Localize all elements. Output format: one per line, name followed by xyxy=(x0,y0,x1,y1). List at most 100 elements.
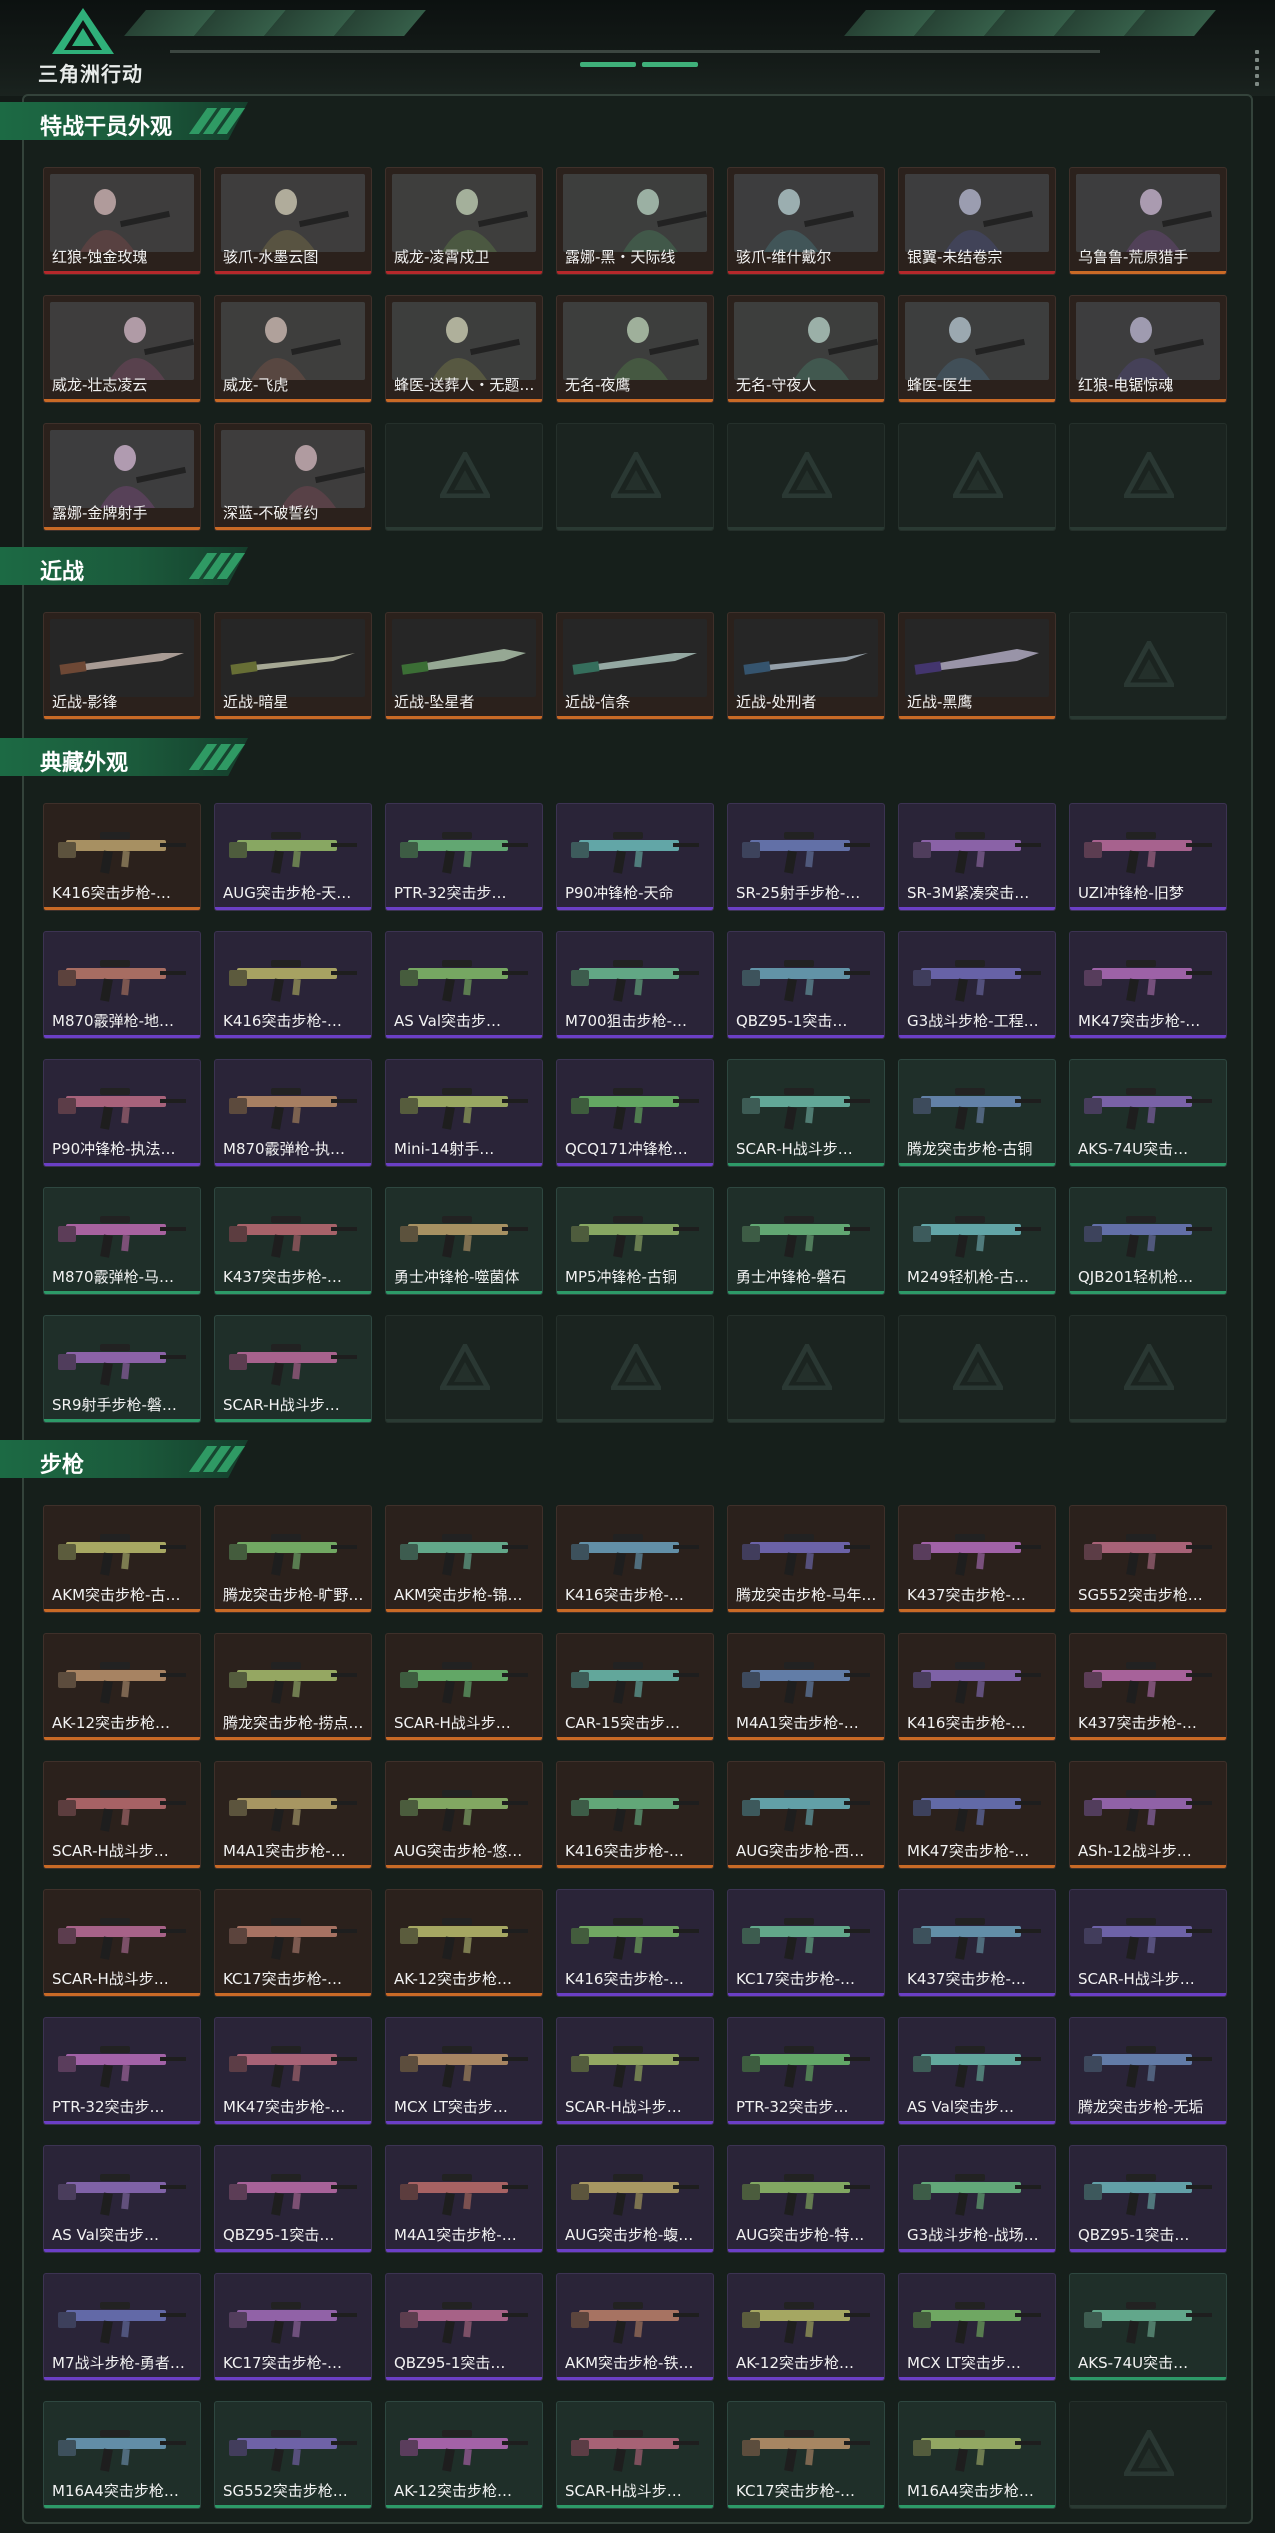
skin-card[interactable]: G3战斗步枪-战场… xyxy=(898,2145,1056,2253)
skin-card[interactable]: M249轻机枪-古… xyxy=(898,1187,1056,1295)
skin-card[interactable]: 威龙-壮志凌云 xyxy=(43,295,201,403)
skin-card[interactable]: 威龙-凌霄戍卫 xyxy=(385,167,543,275)
skin-card[interactable]: P90冲锋枪-执法… xyxy=(43,1059,201,1167)
skin-card[interactable]: 无名-夜鹰 xyxy=(556,295,714,403)
skin-card[interactable]: 威龙-飞虎 xyxy=(214,295,372,403)
skin-card[interactable]: SCAR-H战斗步… xyxy=(556,2017,714,2125)
skin-card[interactable]: K437突击步枪-… xyxy=(898,1505,1056,1613)
skin-card[interactable]: 腾龙突击步枪-马年… xyxy=(727,1505,885,1613)
skin-card[interactable]: 近战-坠星者 xyxy=(385,612,543,720)
skin-card[interactable]: AKS-74U突击… xyxy=(1069,2273,1227,2381)
skin-card[interactable]: M870霰弹枪-地… xyxy=(43,931,201,1039)
skin-card[interactable]: G3战斗步枪-工程… xyxy=(898,931,1056,1039)
skin-card[interactable]: K437突击步枪-… xyxy=(898,1889,1056,1997)
menu-dots-icon[interactable] xyxy=(1255,50,1259,90)
skin-card[interactable]: 近战-暗星 xyxy=(214,612,372,720)
skin-card[interactable]: AS Val突击步… xyxy=(385,931,543,1039)
skin-card[interactable]: K416突击步枪-… xyxy=(214,931,372,1039)
skin-card[interactable]: AS Val突击步… xyxy=(898,2017,1056,2125)
skin-card[interactable]: SCAR-H战斗步… xyxy=(1069,1889,1227,1997)
skin-card[interactable]: SCAR-H战斗步… xyxy=(214,1315,372,1423)
skin-card[interactable]: SG552突击步枪… xyxy=(1069,1505,1227,1613)
skin-card[interactable]: SR9射手步枪-磐… xyxy=(43,1315,201,1423)
skin-card[interactable]: AS Val突击步… xyxy=(43,2145,201,2253)
skin-card[interactable]: MCX LT突击步… xyxy=(898,2273,1056,2381)
skin-card[interactable]: 近战-影锋 xyxy=(43,612,201,720)
skin-card[interactable]: PTR-32突击步… xyxy=(385,803,543,911)
skin-card[interactable]: M700狙击步枪-… xyxy=(556,931,714,1039)
skin-card[interactable]: ASh-12战斗步… xyxy=(1069,1761,1227,1869)
skin-card[interactable]: K437突击步枪-… xyxy=(214,1187,372,1295)
skin-card[interactable]: AKM突击步枪-铁… xyxy=(556,2273,714,2381)
skin-card[interactable]: 蜂医-医生 xyxy=(898,295,1056,403)
skin-card[interactable]: P90冲锋枪-天命 xyxy=(556,803,714,911)
skin-card[interactable]: AKM突击步枪-古… xyxy=(43,1505,201,1613)
skin-card[interactable]: 蜂医-送葬人・无题… xyxy=(385,295,543,403)
skin-card[interactable]: K416突击步枪-… xyxy=(898,1633,1056,1741)
skin-card[interactable]: 露娜-黑・天际线 xyxy=(556,167,714,275)
skin-card[interactable]: AUG突击步枪-悠… xyxy=(385,1761,543,1869)
skin-card[interactable]: SCAR-H战斗步… xyxy=(43,1889,201,1997)
skin-card[interactable]: 近战-处刑者 xyxy=(727,612,885,720)
skin-card[interactable]: PTR-32突击步… xyxy=(43,2017,201,2125)
skin-card[interactable]: 红狼-蚀金玫瑰 xyxy=(43,167,201,275)
skin-card[interactable]: K416突击步枪-… xyxy=(556,1761,714,1869)
skin-card[interactable]: QBZ95-1突击… xyxy=(385,2273,543,2381)
skin-card[interactable]: M16A4突击步枪… xyxy=(898,2401,1056,2509)
skin-card[interactable]: K437突击步枪-… xyxy=(1069,1633,1227,1741)
skin-card[interactable]: QBZ95-1突击… xyxy=(727,931,885,1039)
skin-card[interactable]: CAR-15突击步… xyxy=(556,1633,714,1741)
skin-card[interactable]: M4A1突击步枪-… xyxy=(727,1633,885,1741)
skin-card[interactable]: KC17突击步枪-… xyxy=(727,1889,885,1997)
skin-card[interactable]: AK-12突击步枪… xyxy=(385,2401,543,2509)
skin-card[interactable]: AK-12突击步枪… xyxy=(727,2273,885,2381)
skin-card[interactable]: MK47突击步枪-… xyxy=(898,1761,1056,1869)
skin-card[interactable]: K416突击步枪-… xyxy=(556,1505,714,1613)
skin-card[interactable]: AUG突击步枪-天… xyxy=(214,803,372,911)
skin-card[interactable]: 近战-信条 xyxy=(556,612,714,720)
skin-card[interactable]: MP5冲锋枪-古铜 xyxy=(556,1187,714,1295)
skin-card[interactable]: QJB201轻机枪… xyxy=(1069,1187,1227,1295)
skin-card[interactable]: 近战-黑鹰 xyxy=(898,612,1056,720)
skin-card[interactable]: AKM突击步枪-锦… xyxy=(385,1505,543,1613)
skin-card[interactable]: AUG突击步枪-西… xyxy=(727,1761,885,1869)
skin-card[interactable]: M7战斗步枪-勇者… xyxy=(43,2273,201,2381)
skin-card[interactable]: 腾龙突击步枪-无垢 xyxy=(1069,2017,1227,2125)
skin-card[interactable]: SR-3M紧凑突击… xyxy=(898,803,1056,911)
skin-card[interactable]: M870霰弹枪-马… xyxy=(43,1187,201,1295)
skin-card[interactable]: 腾龙突击步枪-古铜 xyxy=(898,1059,1056,1167)
skin-card[interactable]: 骇爪-水墨云图 xyxy=(214,167,372,275)
skin-card[interactable]: KC17突击步枪-… xyxy=(214,1889,372,1997)
skin-card[interactable]: M4A1突击步枪-… xyxy=(214,1761,372,1869)
skin-card[interactable]: 腾龙突击步枪-旷野… xyxy=(214,1505,372,1613)
skin-card[interactable]: SR-25射手步枪-… xyxy=(727,803,885,911)
skin-card[interactable]: 红狼-电锯惊魂 xyxy=(1069,295,1227,403)
skin-card[interactable]: 深蓝-不破誓约 xyxy=(214,423,372,531)
skin-card[interactable]: PTR-32突击步… xyxy=(727,2017,885,2125)
skin-card[interactable]: SCAR-H战斗步… xyxy=(385,1633,543,1741)
skin-card[interactable]: 无名-守夜人 xyxy=(727,295,885,403)
skin-card[interactable]: AK-12突击步枪… xyxy=(385,1889,543,1997)
skin-card[interactable]: 银翼-未结卷宗 xyxy=(898,167,1056,275)
skin-card[interactable]: SCAR-H战斗步… xyxy=(727,1059,885,1167)
skin-card[interactable]: AKS-74U突击… xyxy=(1069,1059,1227,1167)
skin-card[interactable]: KC17突击步枪-… xyxy=(727,2401,885,2509)
skin-card[interactable]: 勇士冲锋枪-磐石 xyxy=(727,1187,885,1295)
skin-card[interactable]: QBZ95-1突击… xyxy=(214,2145,372,2253)
skin-card[interactable]: MCX LT突击步… xyxy=(385,2017,543,2125)
skin-card[interactable]: AK-12突击步枪… xyxy=(43,1633,201,1741)
skin-card[interactable]: AUG突击步枪-蝮… xyxy=(556,2145,714,2253)
skin-card[interactable]: K416突击步枪-… xyxy=(556,1889,714,1997)
skin-card[interactable]: 露娜-金牌射手 xyxy=(43,423,201,531)
skin-card[interactable]: 勇士冲锋枪-噬菌体 xyxy=(385,1187,543,1295)
skin-card[interactable]: 乌鲁鲁-荒原猎手 xyxy=(1069,167,1227,275)
skin-card[interactable]: KC17突击步枪-… xyxy=(214,2273,372,2381)
skin-card[interactable]: SCAR-H战斗步… xyxy=(43,1761,201,1869)
skin-card[interactable]: MK47突击步枪-… xyxy=(214,2017,372,2125)
skin-card[interactable]: 骇爪-维什戴尔 xyxy=(727,167,885,275)
skin-card[interactable]: M870霰弹枪-执… xyxy=(214,1059,372,1167)
skin-card[interactable]: UZI冲锋枪-旧梦 xyxy=(1069,803,1227,911)
skin-card[interactable]: SCAR-H战斗步… xyxy=(556,2401,714,2509)
skin-card[interactable]: K416突击步枪-… xyxy=(43,803,201,911)
skin-card[interactable]: QCQ171冲锋枪… xyxy=(556,1059,714,1167)
